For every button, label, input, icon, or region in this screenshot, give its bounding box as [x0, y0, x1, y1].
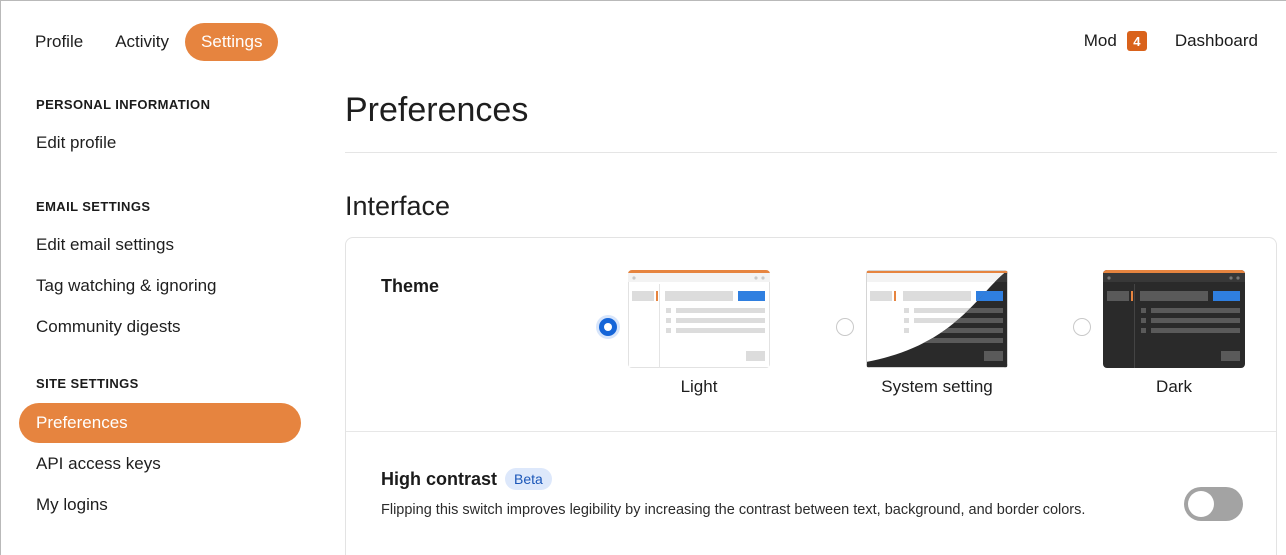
sidebar-item-my-logins[interactable]: My logins [19, 485, 301, 525]
top-right-links: Mod 4 Dashboard [1084, 31, 1258, 51]
high-contrast-toggle[interactable] [1184, 487, 1243, 521]
settings-window: Profile Activity Settings Mod 4 Dashboar… [0, 0, 1286, 555]
theme-label: Theme [381, 276, 440, 296]
theme-preview-system[interactable] [866, 270, 1008, 368]
sidebar-item-preferences[interactable]: Preferences [19, 403, 301, 443]
card-divider [346, 431, 1276, 432]
section-title-interface: Interface [345, 191, 451, 221]
theme-radio-light[interactable] [599, 318, 617, 336]
sidebar-item-edit-email[interactable]: Edit email settings [19, 225, 301, 265]
section-heading-site: SITE SETTINGS [36, 376, 139, 391]
page-title: Preferences [345, 91, 529, 129]
interface-card: Theme Light System setting Dark High con… [345, 237, 1277, 555]
theme-option-label-light: Light [680, 377, 718, 396]
settings-sidebar: PERSONAL INFORMATION Edit profile EMAIL … [19, 95, 301, 525]
beta-badge: Beta [505, 468, 552, 490]
theme-radio-system[interactable] [836, 318, 854, 336]
top-tabs: Profile Activity Settings [19, 23, 279, 61]
theme-option-label-system: System setting [881, 377, 993, 396]
theme-option-label-dark: Dark [1156, 377, 1192, 396]
mod-link[interactable]: Mod [1084, 31, 1117, 51]
sidebar-item-api-keys[interactable]: API access keys [19, 444, 301, 484]
sidebar-item-edit-profile[interactable]: Edit profile [19, 123, 301, 163]
section-heading-personal: PERSONAL INFORMATION [36, 97, 211, 112]
section-heading-email: EMAIL SETTINGS [36, 199, 151, 214]
mod-count-badge[interactable]: 4 [1126, 31, 1147, 51]
theme-radio-dark[interactable] [1073, 318, 1091, 336]
sidebar-item-community-digests[interactable]: Community digests [19, 307, 301, 347]
high-contrast-description: Flipping this switch improves legibility… [381, 502, 1086, 518]
theme-preview-light[interactable] [628, 270, 770, 368]
high-contrast-title: High contrast [381, 468, 498, 489]
tab-settings[interactable]: Settings [185, 23, 279, 61]
sidebar-item-tag-watching[interactable]: Tag watching & ignoring [19, 266, 301, 306]
theme-preview-dark[interactable] [1103, 270, 1245, 368]
dashboard-link[interactable]: Dashboard [1175, 31, 1258, 51]
tab-activity[interactable]: Activity [99, 23, 185, 61]
high-contrast-heading: High contrast Beta [381, 468, 552, 490]
title-divider [345, 152, 1277, 153]
tab-profile[interactable]: Profile [19, 23, 99, 61]
